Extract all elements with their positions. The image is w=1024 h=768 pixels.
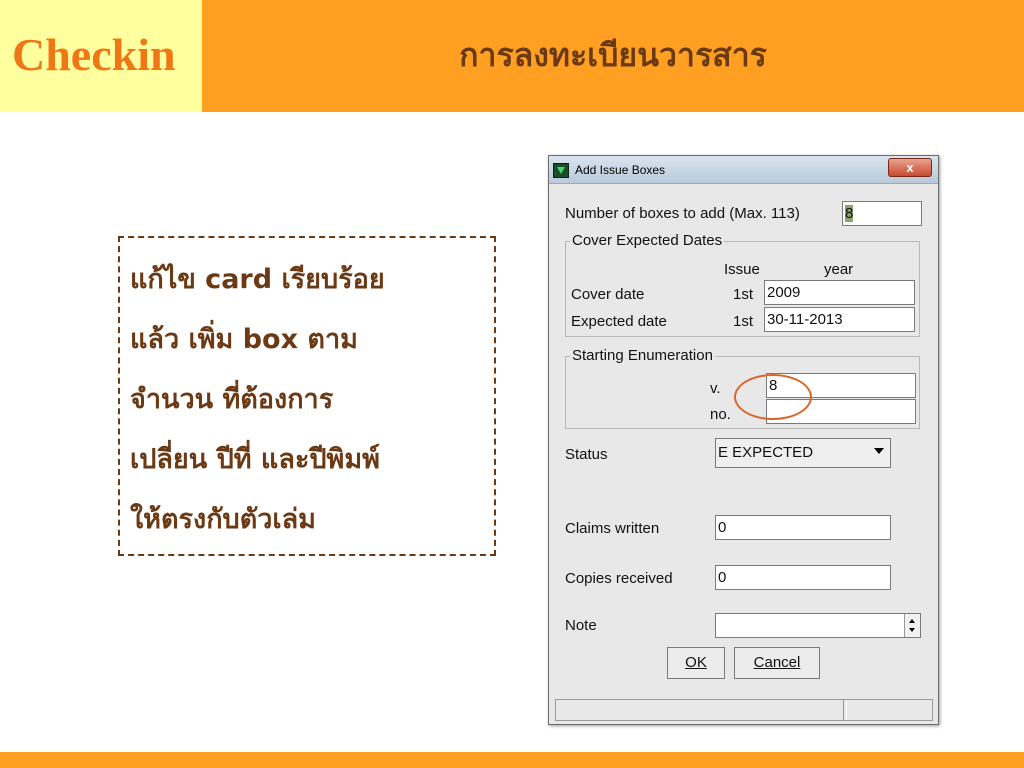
starting-enumeration-group-title: Starting Enumeration [570, 347, 715, 364]
cover-date-label: Cover date [571, 286, 645, 303]
app-icon [553, 163, 569, 178]
footer-bar [0, 752, 1024, 768]
cancel-label: Cancel [753, 654, 801, 671]
note-line: จำนวน ที่ต้องการ [130, 384, 334, 415]
copies-input[interactable]: 0 [715, 565, 891, 590]
logo-text: Checkin [12, 29, 176, 80]
note-line: เปลี่ยน ปีที่ และปีพิมพ์ [130, 444, 380, 475]
num-boxes-input[interactable]: 8 [842, 201, 922, 226]
highlight-circle [734, 374, 812, 420]
cover-date-input[interactable]: 2009 [764, 280, 915, 305]
cancel-button[interactable]: Cancel [734, 647, 820, 679]
status-bar [555, 699, 933, 721]
note-line: ให้ตรงกับตัวเล่ม [130, 504, 316, 535]
note-line: แล้ว เพิ่ม box ตาม [130, 324, 358, 355]
note-box: แก้ไข card เรียบร้อย แล้ว เพิ่ม box ตาม … [118, 236, 496, 556]
spin-down-icon[interactable] [909, 628, 915, 632]
note-input[interactable] [715, 613, 921, 638]
status-value: E EXPECTED [718, 444, 814, 461]
copies-label: Copies received [565, 570, 673, 587]
note-label: Note [565, 617, 597, 634]
close-button[interactable]: x [888, 158, 932, 177]
num-boxes-label: Number of boxes to add (Max. 113) [565, 205, 800, 222]
cover-date-issue: 1st [733, 286, 754, 303]
num-boxes-value: 8 [845, 205, 854, 222]
ok-button[interactable]: OK [667, 647, 725, 679]
expected-date-input[interactable]: 30-11-2013 [764, 307, 915, 332]
dialog-title: Add Issue Boxes [575, 163, 666, 177]
issue-column-header: Issue [724, 261, 760, 278]
ok-label: OK [685, 654, 707, 671]
cover-dates-group-title: Cover Expected Dates [570, 232, 725, 249]
note-line: แก้ไข card เรียบร้อย [130, 264, 385, 295]
claims-label: Claims written [565, 520, 660, 537]
expected-date-issue: 1st [733, 313, 754, 330]
spin-up-icon[interactable] [909, 619, 915, 623]
slide-header: Checkin การลงทะเบียนวารสาร [0, 0, 1024, 112]
claims-input[interactable]: 0 [715, 515, 891, 540]
status-bar-divider [843, 700, 847, 720]
volume-label: v. [710, 380, 721, 397]
number-label: no. [710, 406, 731, 423]
dropdown-arrow-icon [874, 448, 884, 454]
add-issue-boxes-dialog: Add Issue Boxes x Number of boxes to add… [548, 155, 939, 725]
note-spinner[interactable] [904, 614, 920, 637]
expected-date-label: Expected date [571, 313, 667, 330]
status-dropdown[interactable]: E EXPECTED [715, 438, 891, 468]
logo-panel: Checkin [0, 0, 202, 112]
year-column-header: year [824, 261, 854, 278]
status-label: Status [565, 446, 608, 463]
slide-title: การลงทะเบียนวารสาร [459, 36, 767, 74]
dialog-titlebar[interactable]: Add Issue Boxes x [549, 156, 938, 184]
